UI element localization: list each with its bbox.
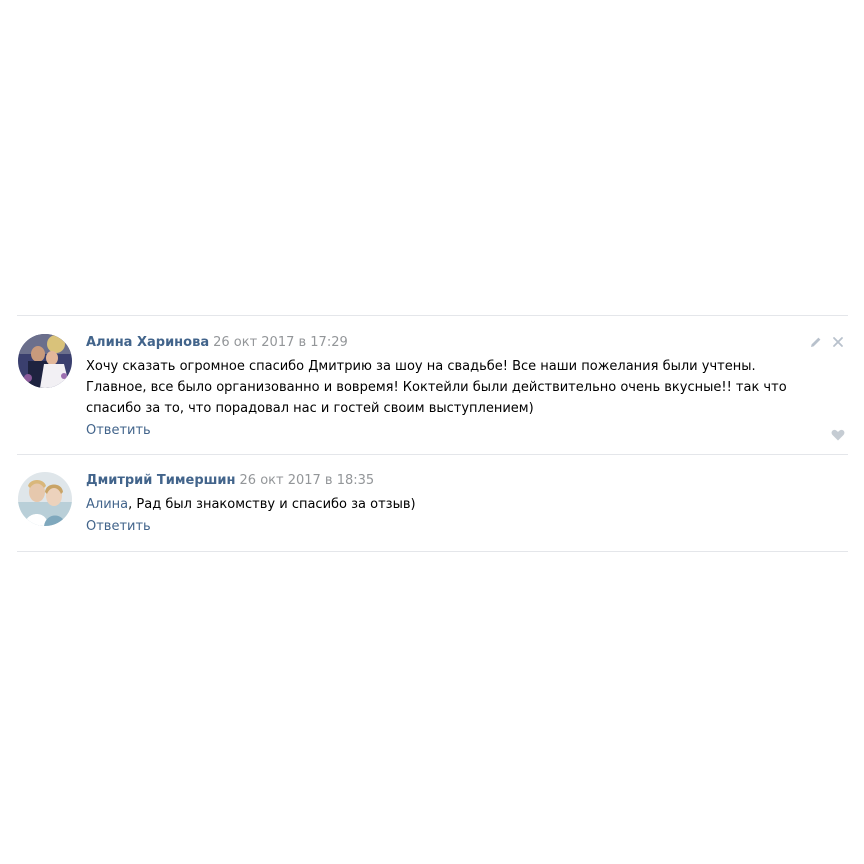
reply-button[interactable]: Ответить <box>86 518 151 536</box>
comment-date[interactable]: 26 окт 2017 в 18:35 <box>240 473 375 488</box>
mention-link[interactable]: Алина <box>86 497 128 512</box>
comment-header: Дмитрий Тимершин 26 окт 2017 в 18:35 <box>86 472 808 489</box>
avatar[interactable] <box>18 334 72 388</box>
comment-body: Дмитрий Тимершин 26 окт 2017 в 18:35 Алин… <box>86 472 808 536</box>
heart-icon[interactable] <box>831 426 845 441</box>
pencil-icon[interactable] <box>808 334 824 350</box>
comment-thread: Алина Харинова 26 окт 2017 в 17:29 Хочу с… <box>17 315 848 552</box>
close-icon[interactable] <box>830 334 846 350</box>
comment-date[interactable]: 26 окт 2017 в 17:29 <box>213 335 348 350</box>
comment-actions <box>808 334 846 350</box>
comment-body: Алина Харинова 26 окт 2017 в 17:29 Хочу с… <box>86 334 808 440</box>
comment-text: Хочу сказать огромное спасибо Дмитрию за… <box>86 359 787 416</box>
author-name[interactable]: Алина Харинова <box>86 335 209 350</box>
reply-button[interactable]: Ответить <box>86 422 151 440</box>
comment-text: Алина, Рад был знакомству и спасибо за о… <box>86 494 808 515</box>
avatar[interactable] <box>18 472 72 526</box>
comment-text-rest: , Рад был знакомству и спасибо за отзыв) <box>128 497 416 512</box>
author-name[interactable]: Дмитрий Тимершин <box>86 473 236 488</box>
comment: Дмитрий Тимершин 26 окт 2017 в 18:35 Алин… <box>17 455 848 551</box>
divider <box>17 551 848 552</box>
comment: Алина Харинова 26 окт 2017 в 17:29 Хочу с… <box>17 316 848 454</box>
comment-header: Алина Харинова 26 окт 2017 в 17:29 <box>86 334 808 351</box>
